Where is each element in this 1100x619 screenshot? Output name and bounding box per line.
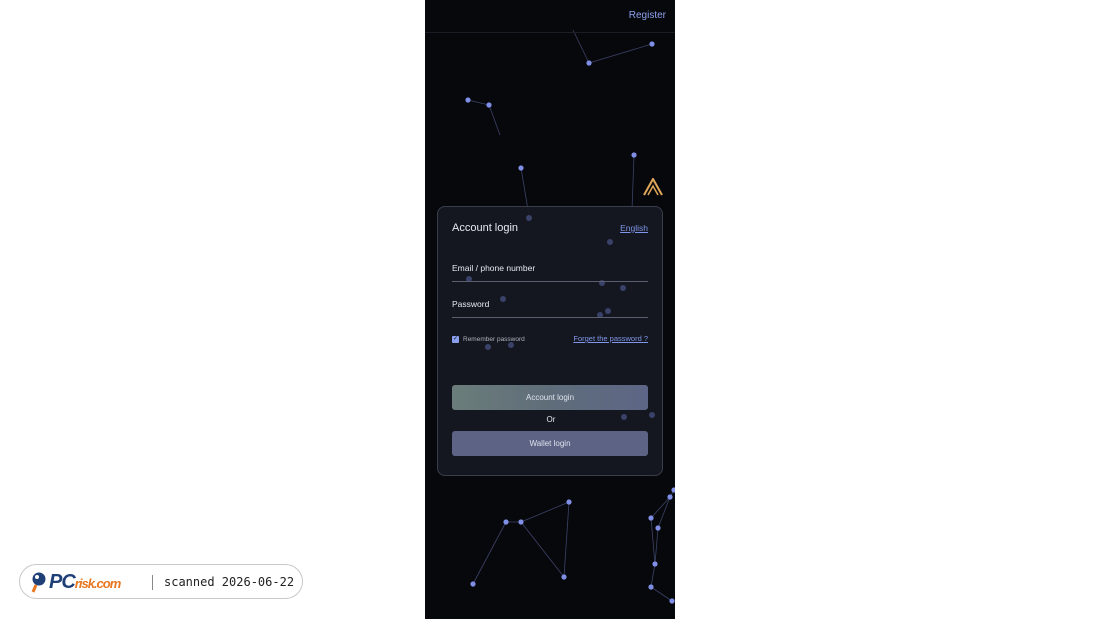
email-label: Email / phone number (452, 263, 536, 273)
account-login-button[interactable]: Account login (452, 385, 648, 410)
login-card: Account login English Email / phone numb… (437, 206, 663, 476)
magnifier-icon (31, 572, 46, 593)
watermark-brand: PCrisk.com (49, 571, 121, 593)
watermark-scan-date: scanned 2026-06-22 (164, 575, 295, 589)
forgot-password-link[interactable]: Forget the password ? (573, 334, 648, 343)
email-field[interactable]: Email / phone number (452, 262, 648, 282)
watermark-separator (152, 575, 153, 590)
or-divider: Or (546, 415, 556, 424)
language-selector[interactable]: English (620, 223, 648, 233)
register-link[interactable]: Register (629, 10, 666, 21)
password-field[interactable]: Password (452, 298, 648, 318)
remember-password-label: Remember password (463, 336, 525, 343)
wallet-login-button[interactable]: Wallet login (452, 431, 648, 456)
card-title: Account login (452, 222, 519, 234)
password-label: Password (452, 299, 490, 309)
login-screen: Register Account login English Email / p… (425, 0, 675, 619)
watermark-badge: PCrisk.com scanned 2026-06-22 (19, 564, 303, 599)
check-icon: ✓ (452, 336, 459, 343)
top-bar: Register (425, 0, 675, 33)
logo-icon (643, 178, 663, 196)
